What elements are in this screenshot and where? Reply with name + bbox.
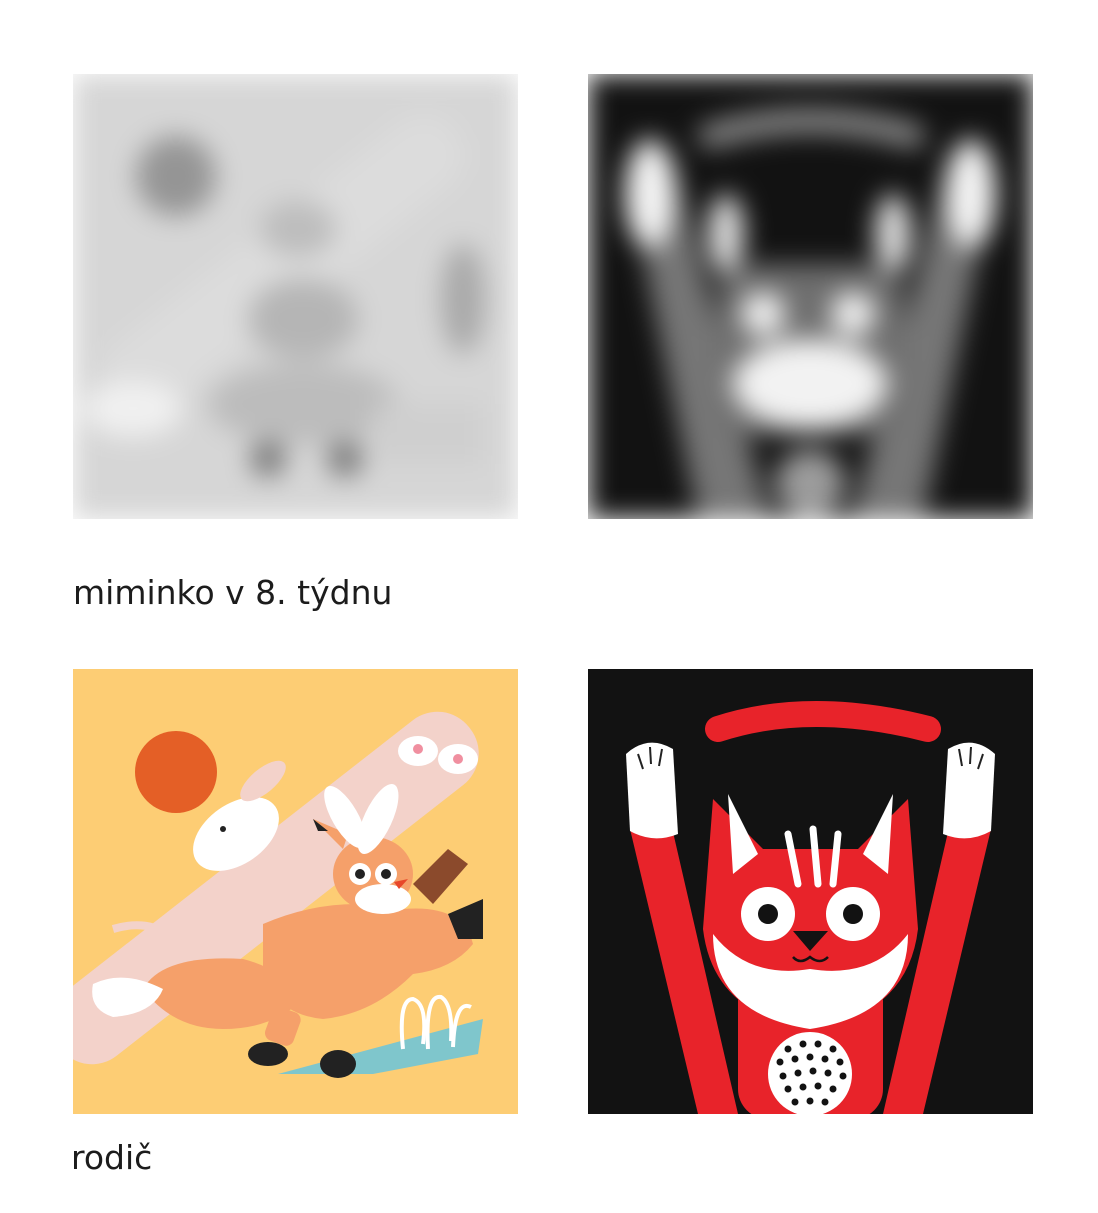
parent-view-contrast-card [588,669,1033,1114]
bunny-fox-blurred-icon [73,74,518,519]
parent-view-color-card [73,669,518,1114]
cat-arms-up-icon [588,669,1033,1114]
baby-view-caption: miminko v 8. týdnu [73,573,393,612]
baby-view-color-card [73,74,518,519]
parent-view-caption: rodič [71,1138,153,1177]
bunny-fox-icon [73,669,518,1114]
baby-view-contrast-card [588,74,1033,519]
cat-arms-up-blurred-icon [588,74,1033,519]
